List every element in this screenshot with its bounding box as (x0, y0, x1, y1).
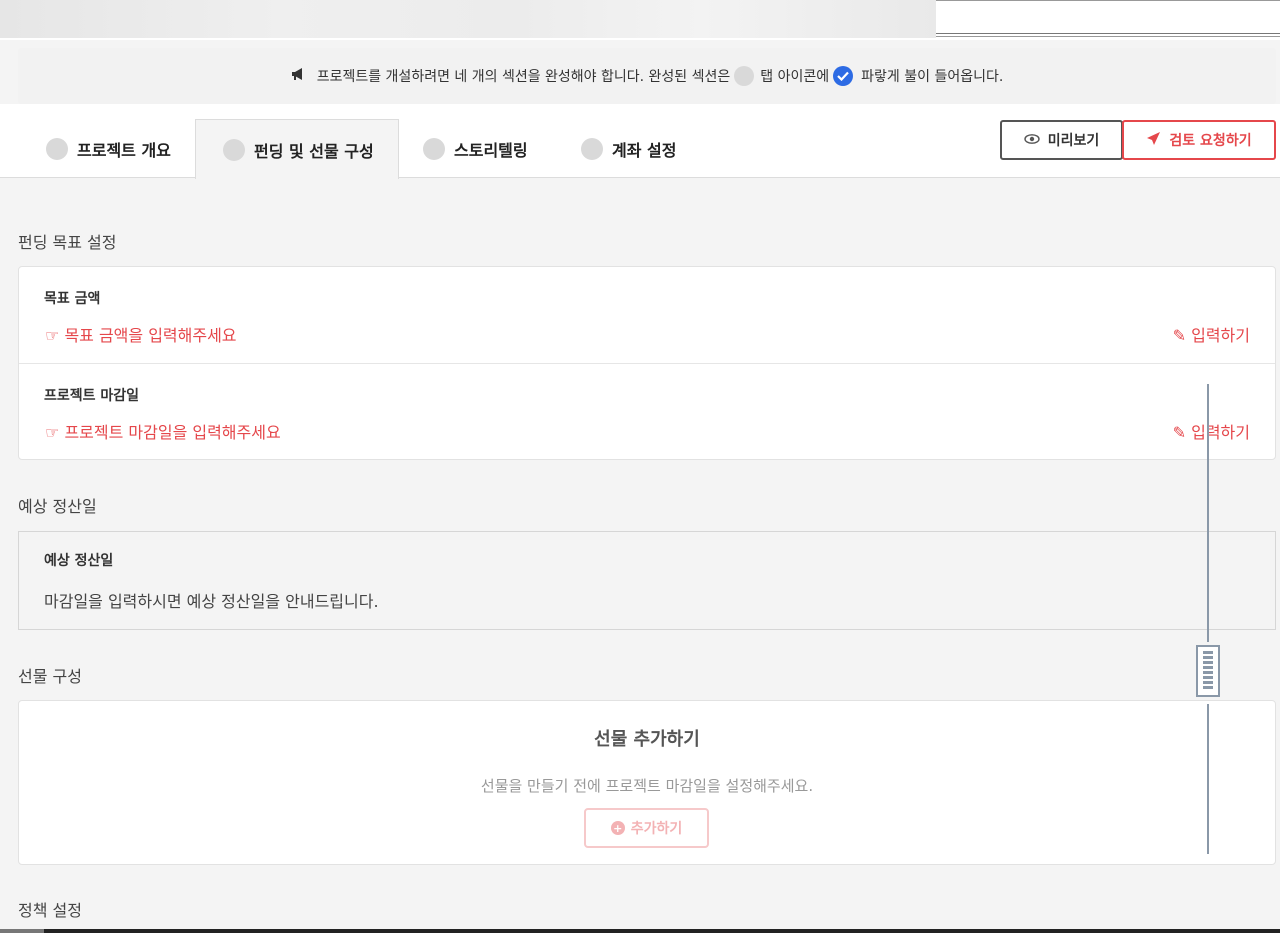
tab-label: 계좌 설정 (612, 140, 677, 160)
status-dot-icon (423, 137, 445, 160)
eye-icon (1024, 132, 1040, 148)
deadline-prompt: ☞ 프로젝트 마감일을 입력해주세요 (45, 419, 281, 443)
incomplete-dot-icon (734, 66, 755, 86)
vertical-guide-line (1207, 384, 1209, 642)
deadline-edit-link[interactable]: ✎ 입력하기 (1173, 419, 1250, 443)
add-gift-button[interactable]: + 추가하기 (584, 808, 709, 848)
blurred-header (0, 0, 936, 38)
settlement-description: 마감일을 입력하시면 예상 정산일을 안내드립니다. (44, 592, 379, 611)
notice-text-2: 탭 아이콘에 (760, 69, 830, 85)
tab-label: 프로젝트 개요 (77, 140, 171, 160)
deadline-prompt-text: 프로젝트 마감일을 입력해주세요 (64, 423, 281, 442)
goal-amount-row: 목표 금액 ☞ 목표 금액을 입력해주세요 ✎ 입력하기 (19, 267, 1275, 363)
status-dot-icon (46, 137, 68, 160)
review-label: 검토 요청하기 (1169, 133, 1252, 149)
goal-amount-prompt-text: 목표 금액을 입력해주세요 (64, 326, 237, 345)
add-gift-description: 선물을 만들기 전에 프로젝트 마감일을 설정해주세요. (480, 777, 814, 795)
section-tabs: 프로젝트 개요 펀딩 및 선물 구성 스토리텔링 계좌 설정 미리보기 검토 요… (0, 104, 1280, 179)
edit-icon: ✎ (1172, 423, 1187, 442)
edit-label: 입력하기 (1191, 326, 1250, 345)
status-dot-icon (581, 137, 603, 160)
vertical-guide-line (1207, 704, 1209, 854)
divider (936, 36, 1280, 37)
settlement-card: 예상 정산일 마감일을 입력하시면 예상 정산일을 안내드립니다. (18, 531, 1276, 630)
drag-handle[interactable] (1196, 645, 1220, 697)
tab-funding-gifts[interactable]: 펀딩 및 선물 구성 (195, 119, 399, 179)
add-gift-title: 선물 추가하기 (594, 729, 700, 750)
preview-button[interactable]: 미리보기 (1000, 120, 1123, 160)
grip-icon (1203, 651, 1213, 691)
completion-notice: 프로젝트를 개설하려면 네 개의 섹션을 완성해야 합니다. 완성된 섹션은 탭… (18, 48, 1276, 104)
status-dot-icon (223, 138, 245, 161)
hand-pointing-icon: ☞ (45, 423, 60, 442)
preview-label: 미리보기 (1047, 133, 1100, 149)
plus-circle-icon: + (610, 821, 625, 835)
tab-label: 펀딩 및 선물 구성 (254, 141, 374, 161)
section-title-policy: 정책 설정 (18, 901, 82, 920)
tab-storytelling[interactable]: 스토리텔링 (423, 119, 528, 178)
notice-text-3: 파랗게 불이 들어옵니다. (861, 69, 1004, 85)
browser-top-strip (0, 0, 1280, 40)
funding-goal-card: 목표 금액 ☞ 목표 금액을 입력해주세요 ✎ 입력하기 프로젝트 마감일 ☞ … (18, 266, 1276, 460)
settlement-label: 예상 정산일 (44, 553, 114, 569)
deadline-row: 프로젝트 마감일 ☞ 프로젝트 마감일을 입력해주세요 ✎ 입력하기 (19, 363, 1275, 459)
section-title-funding-goal: 펀딩 목표 설정 (18, 233, 117, 252)
paper-plane-icon (1146, 131, 1161, 150)
bottom-bar (0, 929, 1280, 933)
goal-amount-edit-link[interactable]: ✎ 입력하기 (1173, 322, 1250, 346)
request-review-button[interactable]: 검토 요청하기 (1122, 120, 1276, 160)
tab-account-settings[interactable]: 계좌 설정 (581, 119, 676, 178)
megaphone-icon (291, 67, 307, 85)
edit-icon: ✎ (1172, 326, 1187, 345)
tab-label: 스토리텔링 (454, 140, 528, 160)
edit-label: 입력하기 (1191, 423, 1250, 442)
notice-text-1: 프로젝트를 개설하려면 네 개의 섹션을 완성해야 합니다. 완성된 섹션은 (316, 69, 731, 85)
check-circle-icon (833, 66, 854, 86)
tab-project-overview[interactable]: 프로젝트 개요 (46, 119, 171, 178)
add-gift-label: 추가하기 (630, 821, 683, 837)
goal-amount-label: 목표 금액 (44, 291, 101, 307)
gifts-card: 선물 추가하기 선물을 만들기 전에 프로젝트 마감일을 설정해주세요. + 추… (18, 700, 1276, 865)
goal-amount-prompt: ☞ 목표 금액을 입력해주세요 (45, 322, 237, 346)
deadline-label: 프로젝트 마감일 (44, 388, 140, 404)
top-input-area (936, 0, 1280, 34)
section-title-settlement: 예상 정산일 (18, 497, 97, 516)
section-title-gifts: 선물 구성 (18, 667, 82, 686)
bottom-bar-segment (0, 929, 44, 933)
hand-pointing-icon: ☞ (45, 326, 60, 345)
